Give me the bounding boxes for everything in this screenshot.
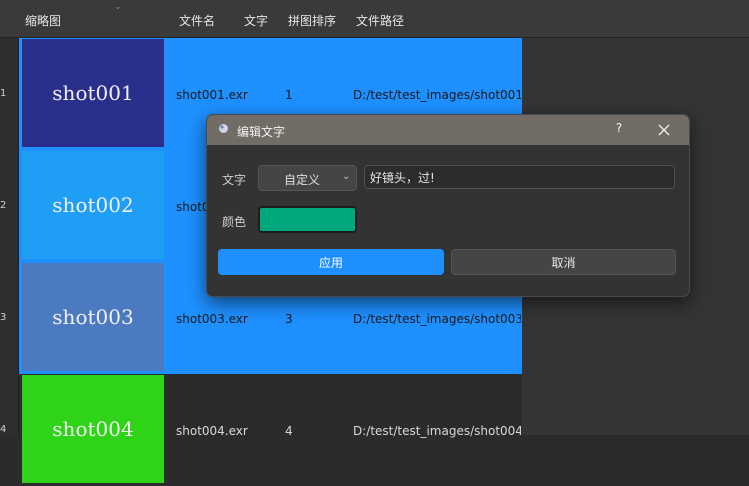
close-icon[interactable] (653, 120, 675, 140)
sort-indicator-icon[interactable]: ⌄ (114, 2, 122, 12)
column-header-path[interactable]: 文件路径 (356, 12, 404, 29)
help-button[interactable]: ? (609, 121, 629, 139)
column-header-thumbnail[interactable]: 缩略图 (25, 12, 61, 29)
path-cell: D:/test/test_images/shot003.exr (353, 312, 521, 326)
column-header-filename[interactable]: 文件名 (179, 12, 215, 29)
thumbnail: shot003 (22, 263, 164, 371)
color-swatch-button[interactable] (258, 206, 357, 233)
filename-cell: shot004.exr (176, 424, 248, 438)
thumbnail: shot004 (22, 375, 164, 483)
dropdown-value: 自定义 (284, 173, 321, 187)
text-label: 文字 (222, 173, 247, 187)
path-cell: D:/test/test_images/shot004.exr (353, 424, 521, 438)
dialog-title: 编辑文字 (237, 125, 286, 139)
apply-button[interactable]: 应用 (218, 249, 444, 275)
row-number[interactable]: 2 (0, 200, 18, 211)
thumbnail-label: shot001 (52, 81, 134, 105)
dialog-titlebar[interactable]: 编辑文字 ? (207, 115, 689, 145)
path-cell: D:/test/test_images/shot001.exr (353, 88, 521, 102)
thumbnail: shot002 (22, 151, 164, 259)
thumbnail-label: shot003 (52, 305, 134, 329)
order-cell: 3 (285, 312, 293, 326)
edit-text-dialog: 编辑文字 ? 文字 自定义 ⌄ 颜色 应用 取消 (206, 114, 690, 297)
filename-cell: shot003.exr (176, 312, 248, 326)
row-number[interactable]: 4 (0, 424, 18, 435)
text-type-dropdown[interactable]: 自定义 ⌄ (258, 165, 357, 191)
table-row[interactable]: shot004 shot004.exr 4 D:/test/test_image… (19, 374, 522, 486)
text-input[interactable] (364, 165, 675, 189)
filename-cell: shot001.exr (176, 88, 248, 102)
filename-cell: shot0 (176, 200, 210, 214)
cancel-button[interactable]: 取消 (451, 249, 676, 275)
row-number[interactable]: 3 (0, 312, 18, 323)
column-header-text[interactable]: 文字 (244, 12, 268, 29)
thumbnail-label: shot002 (52, 193, 134, 217)
thumbnail: shot001 (22, 39, 164, 147)
color-label: 颜色 (222, 215, 247, 229)
order-cell: 1 (285, 88, 293, 102)
order-cell: 4 (285, 424, 293, 438)
app-icon (219, 124, 228, 133)
chevron-down-icon: ⌄ (342, 171, 351, 182)
row-number[interactable]: 1 (0, 88, 18, 99)
row-number-column: 1 2 3 4 (0, 38, 19, 435)
thumbnail-label: shot004 (52, 417, 134, 441)
column-header-order[interactable]: 拼图排序 (288, 12, 336, 29)
table-header: ⌄ 缩略图 文件名 文字 拼图排序 文件路径 (0, 0, 749, 38)
